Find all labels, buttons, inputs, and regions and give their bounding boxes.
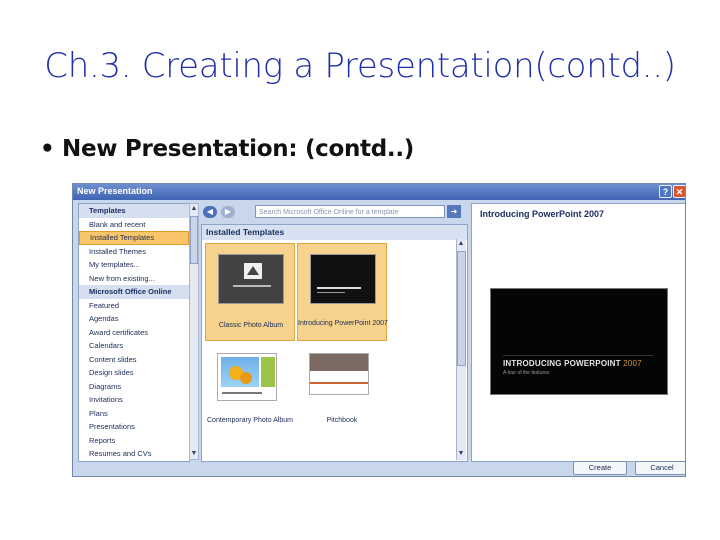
scroll-up-icon[interactable]: ▲ bbox=[457, 239, 465, 249]
nav-item-plans[interactable]: Plans bbox=[79, 407, 189, 421]
nav-item-reports[interactable]: Reports bbox=[79, 434, 189, 448]
forward-arrow-icon[interactable]: ▶ bbox=[221, 206, 235, 218]
scroll-up-icon[interactable]: ▲ bbox=[190, 204, 198, 214]
back-arrow-icon[interactable]: ◀ bbox=[203, 206, 217, 218]
dialog-titlebar: New Presentation ? ✕ bbox=[73, 184, 685, 200]
slide-title: Ch.3. Creating a Presentation(contd..) bbox=[44, 46, 676, 86]
cancel-button[interactable]: Cancel bbox=[635, 461, 685, 475]
dialog-title: New Presentation bbox=[77, 186, 153, 196]
template-preview-pane: Introducing PowerPoint 2007 INTRODUCING … bbox=[471, 203, 685, 462]
create-button[interactable]: Create bbox=[573, 461, 627, 475]
nav-item-agendas[interactable]: Agendas bbox=[79, 312, 189, 326]
bullet-dot: • bbox=[40, 136, 55, 162]
thumbnail-title-line bbox=[233, 285, 271, 287]
thumbnail-subtitle-line bbox=[317, 292, 345, 293]
template-tile-introducing-powerpoint-2007[interactable]: Introducing PowerPoint 2007 bbox=[297, 243, 388, 341]
scroll-down-icon[interactable]: ▼ bbox=[457, 449, 465, 459]
template-gallery: Installed Templates Classic Photo Album … bbox=[201, 224, 468, 462]
template-label: Classic Photo Album bbox=[218, 322, 284, 329]
introducing-powerpoint-thumbnail bbox=[310, 254, 376, 304]
search-input[interactable]: Search Microsoft Office Online for a tem… bbox=[255, 205, 445, 218]
thumbnail-title-line bbox=[317, 287, 361, 289]
template-label: Introducing PowerPoint 2007 bbox=[298, 320, 388, 327]
nav-item-featured[interactable]: Featured bbox=[79, 299, 189, 313]
thumbnail-band bbox=[310, 354, 368, 371]
classic-photo-album-thumbnail bbox=[218, 254, 284, 304]
scroll-down-icon[interactable]: ▼ bbox=[190, 449, 198, 459]
category-scrollbar[interactable]: ▲ ▼ bbox=[189, 203, 199, 460]
nav-item-resumes-and-cvs[interactable]: Resumes and CVs bbox=[79, 447, 189, 461]
new-presentation-dialog: New Presentation ? ✕ Templates Blank and… bbox=[72, 183, 686, 477]
nav-item-my-templates[interactable]: My templates... bbox=[79, 258, 189, 272]
sunflower-icon bbox=[240, 372, 252, 384]
thumbnail-title-line bbox=[222, 392, 262, 394]
gallery-scroll-thumb[interactable] bbox=[457, 251, 466, 366]
gallery-scrollbar[interactable]: ▲ ▼ bbox=[456, 239, 466, 460]
nav-item-award-certificates[interactable]: Award certificates bbox=[79, 326, 189, 340]
thumbnail-accent-panel bbox=[261, 357, 275, 387]
template-label: Pitchbook bbox=[326, 417, 358, 424]
nav-item-presentations[interactable]: Presentations bbox=[79, 420, 189, 434]
preview-slide-title-main: INTRODUCING POWERPOINT bbox=[503, 359, 624, 368]
nav-item-installed-templates[interactable]: Installed Templates bbox=[79, 231, 189, 245]
template-label: Contemporary Photo Album bbox=[207, 417, 293, 424]
template-tile-pitchbook[interactable]: Pitchbook bbox=[297, 345, 387, 443]
preview-slide: INTRODUCING POWERPOINT 2007 A tour of th… bbox=[490, 288, 668, 395]
nav-item-diagrams[interactable]: Diagrams bbox=[79, 380, 189, 394]
search-go-icon[interactable]: ➜ bbox=[447, 205, 461, 218]
category-scroll-thumb[interactable] bbox=[190, 216, 198, 264]
nav-item-invitations[interactable]: Invitations bbox=[79, 393, 189, 407]
preview-divider bbox=[503, 355, 653, 356]
nav-item-design-slides[interactable]: Design slides bbox=[79, 366, 189, 380]
template-tile-contemporary-photo-album[interactable]: Contemporary Photo Album bbox=[205, 345, 295, 443]
nav-item-content-slides[interactable]: Content slides bbox=[79, 353, 189, 367]
gallery-section-header: Installed Templates bbox=[202, 225, 467, 240]
nav-header-templates: Templates bbox=[79, 204, 189, 218]
bullet-label: New Presentation: (contd..) bbox=[62, 136, 415, 162]
preview-title: Introducing PowerPoint 2007 bbox=[480, 209, 605, 219]
bullet-text: • New Presentation: (contd..) bbox=[40, 136, 414, 162]
pitchbook-thumbnail bbox=[309, 353, 369, 395]
template-tile-classic-photo-album[interactable]: Classic Photo Album bbox=[205, 243, 295, 341]
nav-item-blank-and-recent[interactable]: Blank and recent bbox=[79, 218, 189, 232]
preview-slide-title: INTRODUCING POWERPOINT 2007 bbox=[503, 359, 642, 368]
nav-item-installed-themes[interactable]: Installed Themes bbox=[79, 245, 189, 259]
nav-header-office-online: Microsoft Office Online bbox=[79, 285, 189, 299]
help-button[interactable]: ? bbox=[659, 185, 672, 198]
close-button[interactable]: ✕ bbox=[673, 185, 685, 198]
template-category-list: Templates Blank and recent Installed Tem… bbox=[78, 203, 190, 462]
preview-slide-year: 2007 bbox=[623, 359, 642, 368]
thumbnail-rule bbox=[310, 382, 368, 384]
nav-item-calendars[interactable]: Calendars bbox=[79, 339, 189, 353]
preview-slide-subtitle: A tour of the features bbox=[503, 370, 550, 376]
contemporary-photo-album-thumbnail bbox=[217, 353, 277, 401]
nav-item-new-from-existing[interactable]: New from existing... bbox=[79, 272, 189, 286]
mountain-icon bbox=[247, 266, 259, 275]
